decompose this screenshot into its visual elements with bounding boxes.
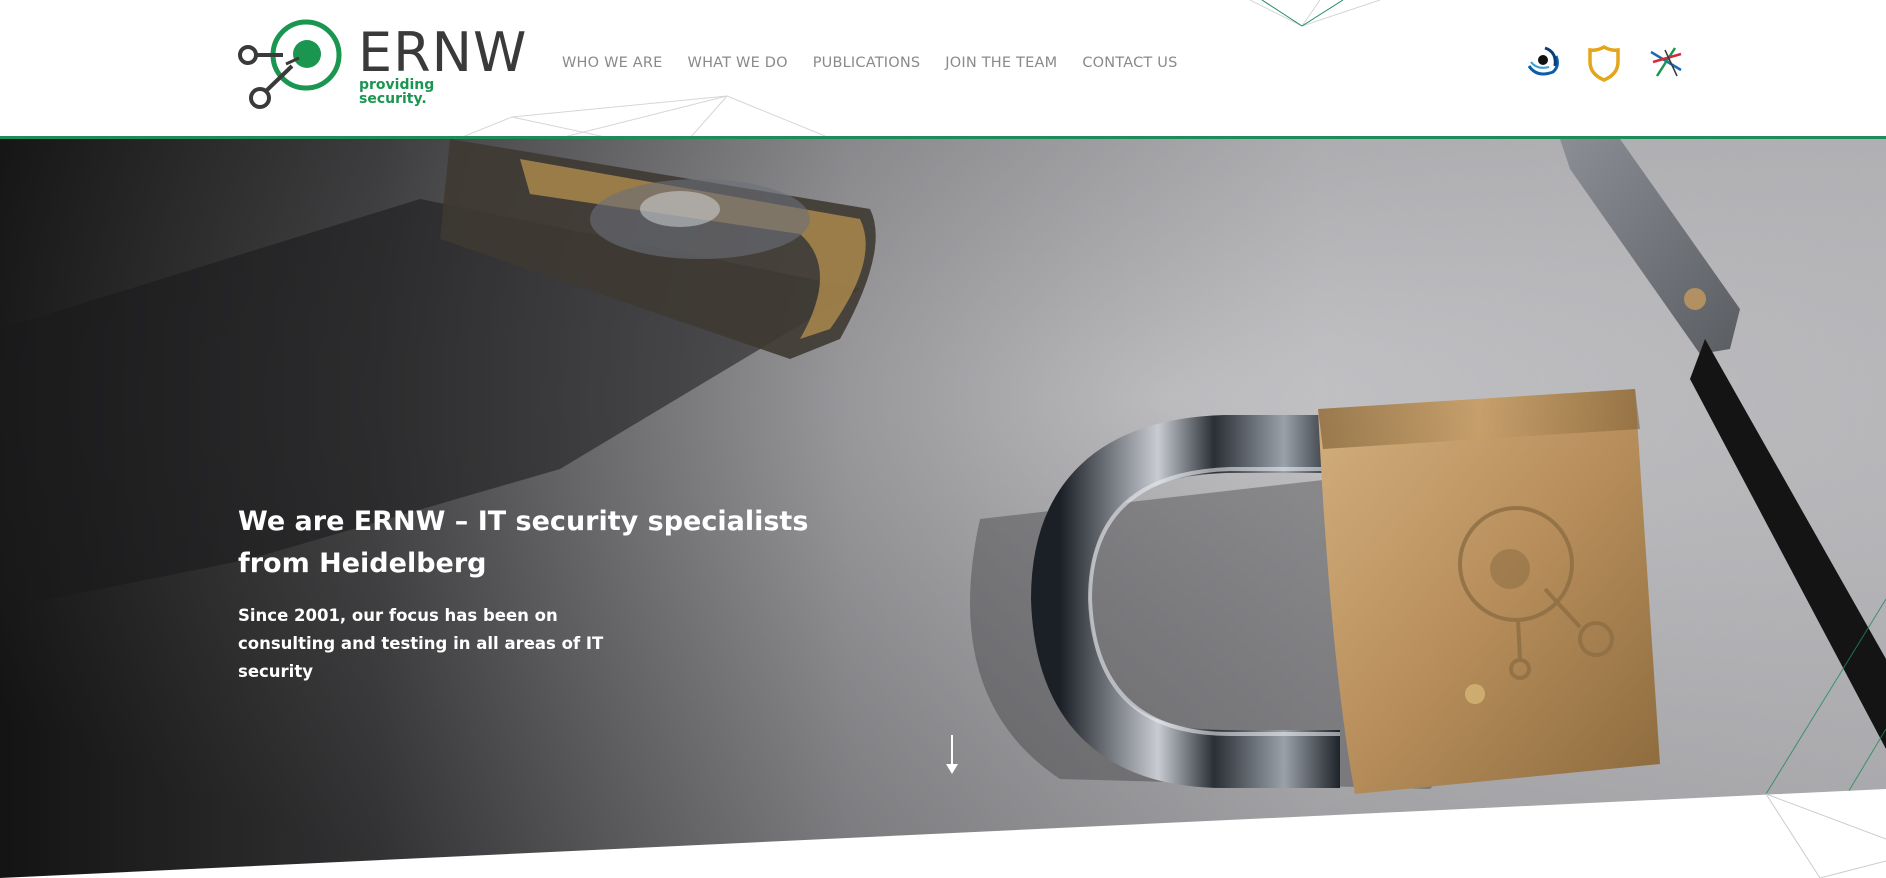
nav-item-join-the-team[interactable]: JOIN THE TEAM bbox=[945, 55, 1057, 71]
main-nav: WHO WE ARE WHAT WE DO PUBLICATIONS JOIN … bbox=[562, 55, 1178, 71]
partner-links bbox=[1523, 44, 1685, 82]
ernw-logo-icon bbox=[238, 19, 342, 109]
hero-content: We are ERNW – IT security specialists fr… bbox=[238, 501, 858, 686]
eye-logo-icon[interactable] bbox=[1523, 44, 1561, 82]
troopers-logo-icon[interactable] bbox=[1647, 44, 1685, 82]
shield-logo-icon[interactable] bbox=[1585, 44, 1623, 82]
hero-subtitle: Since 2001, our focus has been on consul… bbox=[238, 606, 604, 681]
hero-title: We are ERNW – IT security specialists fr… bbox=[238, 506, 809, 579]
nav-item-who-we-are[interactable]: WHO WE ARE bbox=[562, 55, 663, 71]
hero-section: We are ERNW – IT security specialists fr… bbox=[0, 139, 1886, 878]
ernw-logo[interactable]: ERNW providing security. bbox=[236, 18, 526, 114]
site-header: ERNW providing security. WHO WE ARE WHAT… bbox=[0, 0, 1886, 139]
page: ERNW providing security. WHO WE ARE WHAT… bbox=[0, 0, 1886, 878]
arrow-down-icon[interactable] bbox=[945, 735, 959, 775]
nav-item-publications[interactable]: PUBLICATIONS bbox=[813, 55, 921, 71]
nav-item-contact-us[interactable]: CONTACT US bbox=[1082, 55, 1177, 71]
brand-name: ERNW bbox=[358, 21, 528, 84]
nav-item-what-we-do[interactable]: WHAT WE DO bbox=[688, 55, 788, 71]
brand-tagline: providing security. bbox=[359, 77, 435, 107]
